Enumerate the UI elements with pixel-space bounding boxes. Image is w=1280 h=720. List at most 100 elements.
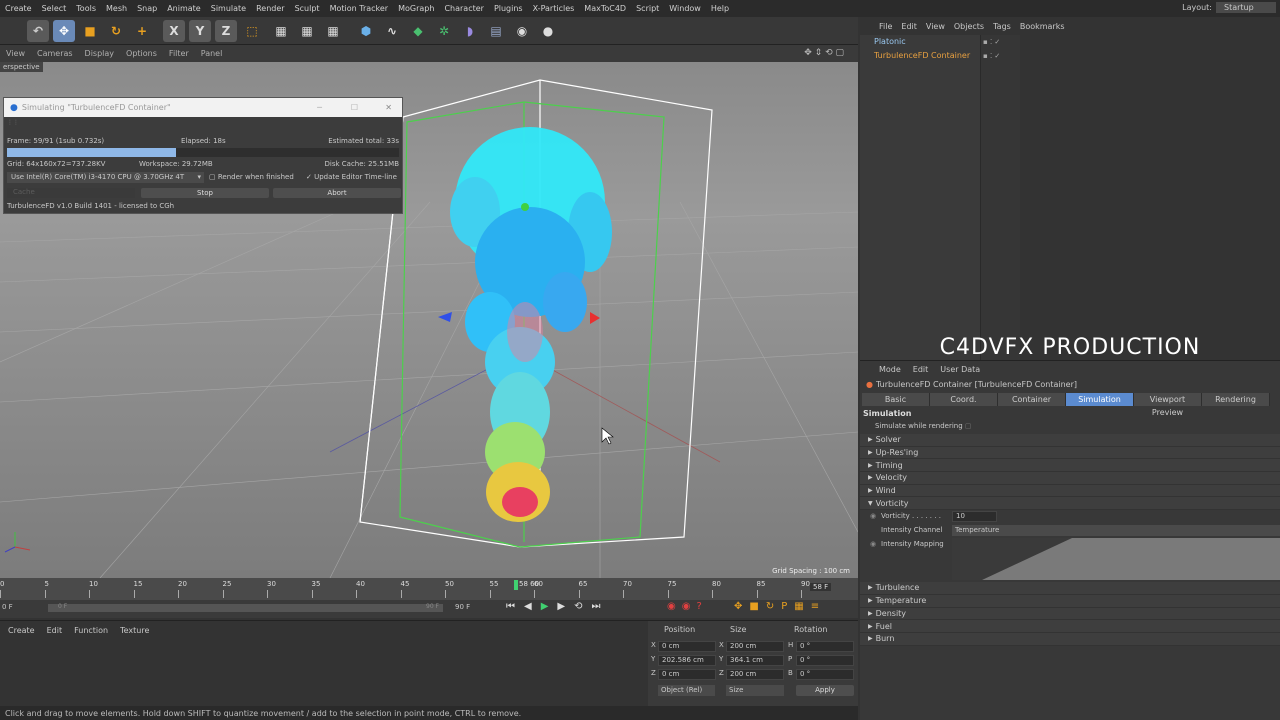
material-menu-item[interactable]: Texture [120,626,149,635]
size-mode-select[interactable]: Size [726,685,784,696]
menu-item[interactable]: Sculpt [290,4,325,13]
end-frame-field[interactable]: 90 F [455,603,470,611]
menu-item[interactable]: Character [439,4,489,13]
spline-icon[interactable]: ∿ [381,20,403,42]
start-frame-field[interactable]: 0 F [2,603,13,611]
stop-button[interactable]: Stop [141,188,269,198]
coordinate-system-icon[interactable]: ⬚ [241,20,263,42]
menu-item[interactable]: MaxToC4D [579,4,631,13]
checkbox-icon[interactable]: ▢ [965,422,972,430]
size-z-field[interactable]: 200 cm [726,669,784,680]
render-finished-checkbox[interactable]: ▢ Render when finished [209,173,294,181]
viewport-menu-item[interactable]: Display [79,49,121,58]
add-tool-icon[interactable]: + [131,20,153,42]
current-frame-field[interactable]: 58 F [810,583,832,591]
object-item-turbulence[interactable]: TurbulenceFD Container [860,51,980,63]
array-icon[interactable]: ✲ [433,20,455,42]
viewport-menu-item[interactable]: Panel [195,49,229,58]
group-fuel[interactable]: ▶ Fuel [860,620,1280,633]
play-icon[interactable]: ▶ [541,601,558,612]
material-menu-item[interactable]: Function [74,626,108,635]
update-editor-checkbox[interactable]: ✓ Update Editor Time-line [306,173,397,181]
y-axis-icon[interactable]: Y [189,20,211,42]
position-x-field[interactable]: 0 cm [658,641,716,652]
frame-range-slider[interactable]: 0 F 90 F [48,603,443,612]
render-settings-icon[interactable]: ▦ [322,20,344,42]
attr-menu-item[interactable]: Edit [913,365,929,374]
minimize-icon[interactable]: ─ [317,103,322,112]
menu-item[interactable]: Select [37,4,72,13]
rotate-tool-icon[interactable]: ↻ [105,20,127,42]
objmgr-menu-item[interactable]: File [879,22,892,31]
tab-viewport-preview[interactable]: Viewport Preview [1134,393,1202,417]
tab-basic[interactable]: Basic [862,393,930,406]
playhead-marker[interactable] [514,580,518,590]
group-vorticity[interactable]: ▼ Vorticity [860,497,1280,511]
nurbs-icon[interactable]: ◆ [407,20,429,42]
next-key-icon[interactable]: ▶ [557,601,574,612]
prev-key-icon[interactable]: ◀ [524,601,541,612]
menu-item[interactable]: X-Particles [528,4,580,13]
x-axis-icon[interactable]: X [163,20,185,42]
intensity-mapping-curve[interactable] [952,538,1280,581]
menu-item[interactable]: Motion Tracker [325,4,394,13]
size-x-field[interactable]: 200 cm [726,641,784,652]
group-upresing[interactable]: ▶ Up-Res'ing [860,446,1280,460]
move-tool-icon[interactable]: ✥ [53,20,75,42]
objmgr-menu-item[interactable]: View [926,22,945,31]
visibility-icon[interactable]: ▪ ⁚ ✓ [983,52,1000,60]
key-rotation-icon[interactable]: ↻ [766,601,781,612]
visibility-icon[interactable]: ▪ ⁚ ✓ [983,38,1000,46]
loop-icon[interactable]: ⟲ [574,601,591,612]
group-density[interactable]: ▶ Density [860,607,1280,621]
position-z-field[interactable]: 0 cm [658,669,716,680]
group-turbulence[interactable]: ▶ Turbulence [860,582,1280,595]
keyframe-selection-icon[interactable]: ? [696,601,707,612]
close-icon[interactable]: ✕ [385,103,392,112]
render-view-icon[interactable]: ▦ [270,20,292,42]
objmgr-menu-item[interactable]: Edit [901,22,917,31]
layout-value[interactable]: Startup [1216,2,1276,13]
attr-menu-item[interactable]: Mode [879,365,901,374]
light-icon[interactable]: ● [537,20,559,42]
z-axis-icon[interactable]: Z [215,20,237,42]
goto-end-icon[interactable]: ⏭ [592,601,610,612]
tab-coord[interactable]: Coord. [930,393,998,406]
device-select[interactable]: Use Intel(R) Core(TM) i3-4170 CPU @ 3.70… [7,172,204,183]
tab-container[interactable]: Container [998,393,1066,406]
menu-item[interactable]: Tools [71,4,101,13]
rotation-p-field[interactable]: 0 ° [796,655,854,666]
viewport-menu-item[interactable]: Filter [163,49,195,58]
simulate-render-row[interactable]: Simulate while rendering ▢ [860,420,1280,434]
viewport-menu-item[interactable]: Options [120,49,163,58]
size-y-field[interactable]: 364.1 cm [726,655,784,666]
material-menu-item[interactable]: Create [8,626,35,635]
menu-item[interactable]: Simulate [206,4,251,13]
vorticity-field[interactable]: 10 [952,511,997,523]
menu-item[interactable]: Animate [162,4,206,13]
group-velocity[interactable]: ▶ Velocity [860,472,1280,485]
tab-rendering[interactable]: Rendering [1202,393,1270,406]
timeline-ruler[interactable]: 0 5 10 15 20 25 30 35 40 45 50 55 60 65 70 75 80 85 90 58 … [0,578,858,600]
group-burn[interactable]: ▶ Burn [860,632,1280,646]
intensity-channel-select[interactable]: Temperature [952,525,1280,537]
coord-mode-select[interactable]: Object (Rel) [658,685,715,696]
floor-icon[interactable]: ▤ [485,20,507,42]
maximize-icon[interactable]: ☐ [351,103,358,112]
deformer-icon[interactable]: ◗ [459,20,481,42]
rotation-h-field[interactable]: 0 ° [796,641,854,652]
timeline-menu-icon[interactable]: ≡ [811,601,826,612]
viewport-nav-icons[interactable]: ✥ ⇕ ⟲ ▢ [804,48,844,58]
position-y-field[interactable]: 202.586 cm [658,655,716,666]
drag-handle-icon[interactable]: ⋮⋮ [7,119,19,126]
object-item-platonic[interactable]: Platonic [860,37,980,49]
layout-selector[interactable]: Layout: Startup [1182,2,1276,13]
key-position-icon[interactable]: ✥ [734,601,749,612]
tab-simulation[interactable]: Simulation [1066,393,1134,406]
group-temperature[interactable]: ▶ Temperature [860,594,1280,608]
scale-tool-icon[interactable]: ■ [79,20,101,42]
record-icon[interactable]: ◉ [667,601,682,612]
menu-item[interactable]: Mesh [101,4,132,13]
rotation-b-field[interactable]: 0 ° [796,669,854,680]
camera-icon[interactable]: ◉ [511,20,533,42]
